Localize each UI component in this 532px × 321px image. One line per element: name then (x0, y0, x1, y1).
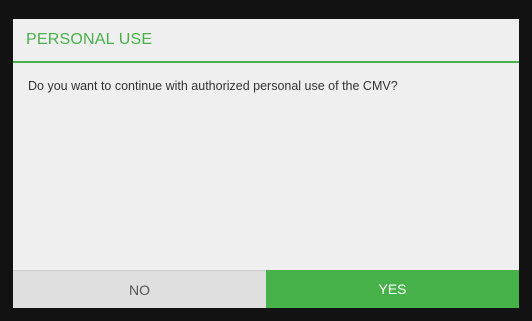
yes-button[interactable]: YES (266, 270, 519, 308)
dialog-actions: NO YES (13, 270, 519, 308)
personal-use-dialog: PERSONAL USE Do you want to continue wit… (13, 19, 519, 308)
no-button-label: NO (129, 281, 150, 298)
dialog-body: Do you want to continue with authorized … (13, 63, 519, 270)
yes-button-label: YES (378, 281, 407, 297)
screen: PERSONAL USE Do you want to continue wit… (0, 0, 532, 321)
dialog-message: Do you want to continue with authorized … (28, 79, 398, 93)
dialog-header: PERSONAL USE (13, 19, 519, 63)
no-button[interactable]: NO (13, 270, 266, 308)
dialog-title: PERSONAL USE (26, 31, 153, 48)
